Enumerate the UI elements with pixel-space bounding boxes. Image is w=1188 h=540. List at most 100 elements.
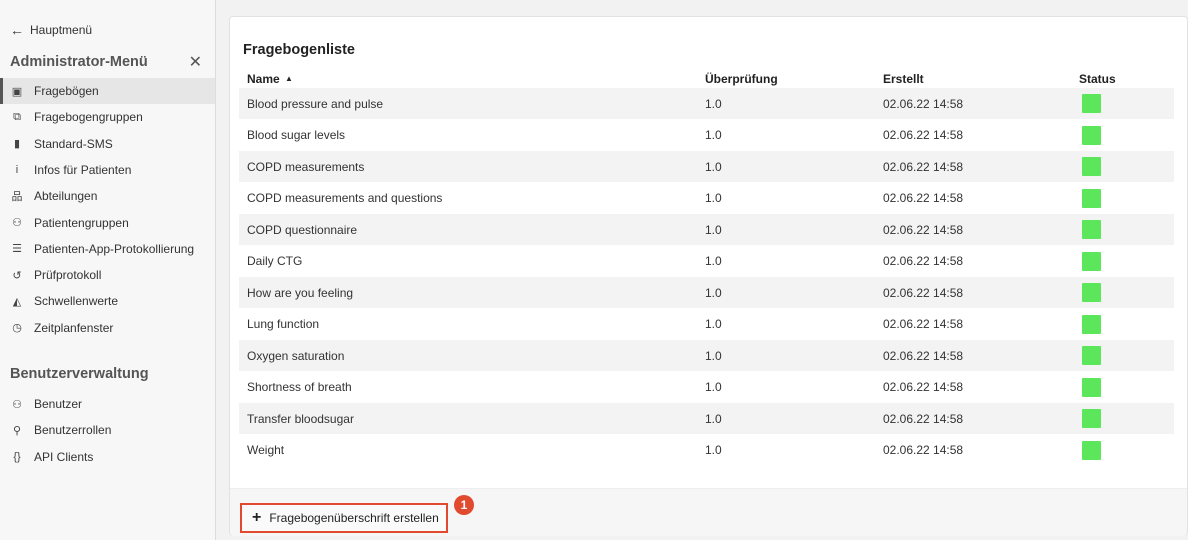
column-header-created[interactable]: Erstellt xyxy=(883,72,924,86)
cell-name: COPD measurements and questions xyxy=(247,183,442,214)
hierarchy-icon: 品 xyxy=(10,189,24,203)
table-row[interactable]: Lung function1.002.06.22 14:58 xyxy=(239,309,1174,340)
cell-name: Shortness of breath xyxy=(247,372,352,403)
sidebar-item[interactable]: ↺Prüfprotokoll xyxy=(0,262,215,288)
threshold-icon: ◭ xyxy=(10,294,24,308)
sidebar-item-label: Patientengruppen xyxy=(34,216,129,230)
admin-menu-title: Administrator-Menü xyxy=(10,54,148,70)
sidebar-item[interactable]: ▮ Standard-SMS xyxy=(0,131,215,157)
column-header-name[interactable]: Name ▲ xyxy=(247,72,293,86)
create-questionnaire-label: Fragebogenüberschrift erstellen xyxy=(269,511,438,525)
table-row[interactable]: COPD questionnaire 1.0 02.06.22 14:58 xyxy=(239,214,1174,245)
status-indicator xyxy=(1082,441,1101,460)
sidebar-item[interactable]: ⚲Benutzerrollen xyxy=(0,417,215,443)
cell-review: 1.0 xyxy=(705,120,722,151)
cell-created: 02.06.22 14:58 xyxy=(883,435,963,466)
user-management-title: Benutzerverwaltung xyxy=(10,366,149,382)
cell-name: Oxygen saturation xyxy=(247,340,344,371)
clock-icon: ◷ xyxy=(10,321,24,335)
back-to-main-menu-link[interactable]: ← Hauptmenü xyxy=(10,22,92,38)
cell-name: How are you feeling xyxy=(247,277,353,308)
arrow-left-icon: ← xyxy=(10,23,24,37)
cell-review: 1.0 xyxy=(705,88,722,119)
sidebar-item-label: Prüfprotokoll xyxy=(34,268,101,282)
table-row[interactable]: Blood pressure and pulse1.002.06.22 14:5… xyxy=(239,88,1174,119)
status-indicator xyxy=(1082,315,1101,334)
status-indicator xyxy=(1082,126,1101,145)
sidebar-item[interactable]: ⚇ Benutzer xyxy=(0,391,215,417)
sidebar-item-label: Schwellenwerte xyxy=(34,294,118,308)
log-lines-icon: ☰ xyxy=(10,242,24,256)
table-row[interactable]: Transfer bloodsugar 1.0 02.06.22 14:58 xyxy=(239,403,1174,434)
cell-created: 02.06.22 14:58 xyxy=(883,277,963,308)
cell-review: 1.0 xyxy=(705,372,722,403)
cell-name: Blood sugar levels xyxy=(247,120,345,151)
sidebar-item[interactable]: ☰ Patienten-App-Protokollierung xyxy=(0,236,215,262)
cell-review: 1.0 xyxy=(705,403,722,434)
status-indicator xyxy=(1082,283,1101,302)
sidebar-item-label: Benutzer xyxy=(34,397,82,411)
cell-created: 02.06.22 14:58 xyxy=(883,340,963,371)
sidebar-item[interactable]: ⚇ Patientengruppen xyxy=(0,210,215,236)
cell-review: 1.0 xyxy=(705,277,722,308)
table-row[interactable]: How are you feeling 1.0 02.06.22 14:58 xyxy=(239,277,1174,308)
column-header-status[interactable]: Status xyxy=(1079,72,1116,86)
cell-review: 1.0 xyxy=(705,151,722,182)
cell-review: 1.0 xyxy=(705,309,722,340)
sidebar-item[interactable]: ⧉Fragebogengruppen xyxy=(0,104,215,130)
document-icon: ▣ xyxy=(10,84,24,98)
cell-name: Weight xyxy=(247,435,284,466)
sidebar-item[interactable]: 品Abteilungen xyxy=(0,183,215,209)
cell-review: 1.0 xyxy=(705,435,722,466)
sort-ascending-icon: ▲ xyxy=(285,74,293,83)
questionnaire-list-card: Fragebogenliste Name ▲ Überprüfung Erste… xyxy=(229,16,1188,536)
sidebar-item[interactable]: ▣ Fragebögen xyxy=(0,78,215,104)
sidebar-item[interactable]: i Infos für Patienten xyxy=(0,157,215,183)
sidebar-item[interactable]: ◷Zeitplanfenster xyxy=(0,315,215,341)
sidebar-item-label: Standard-SMS xyxy=(34,137,113,151)
cell-created: 02.06.22 14:58 xyxy=(883,120,963,151)
table-row[interactable]: Oxygen saturation 1.0 02.06.22 14:58 xyxy=(239,340,1174,371)
sidebar-item-label: Fragebogengruppen xyxy=(34,110,143,124)
table-row[interactable]: Daily CTG1.002.06.22 14:58 xyxy=(239,246,1174,277)
patient-group-icon: ⚇ xyxy=(10,216,24,230)
info-icon: i xyxy=(10,163,24,177)
cell-created: 02.06.22 14:58 xyxy=(883,309,963,340)
column-header-review[interactable]: Überprüfung xyxy=(705,72,778,86)
sidebar-item-label: Patienten-App-Protokollierung xyxy=(34,242,194,256)
plus-icon: + xyxy=(252,510,261,526)
cell-name: Transfer bloodsugar xyxy=(247,403,354,434)
status-indicator xyxy=(1082,157,1101,176)
cell-name: COPD questionnaire xyxy=(247,214,357,245)
status-indicator xyxy=(1082,252,1101,271)
cell-review: 1.0 xyxy=(705,340,722,371)
cell-created: 02.06.22 14:58 xyxy=(883,183,963,214)
cell-created: 02.06.22 14:58 xyxy=(883,151,963,182)
back-link-label: Hauptmenü xyxy=(30,23,92,37)
status-indicator xyxy=(1082,94,1101,113)
cell-review: 1.0 xyxy=(705,214,722,245)
table-row[interactable]: Blood sugar levels 1.0 02.06.22 14:58 xyxy=(239,120,1174,151)
sidebar-item-label: Fragebögen xyxy=(34,84,99,98)
status-indicator xyxy=(1082,189,1101,208)
close-icon[interactable]: ✕ xyxy=(189,52,206,72)
table-row[interactable]: Weight 1.0 02.06.22 14:58 xyxy=(239,435,1174,466)
card-footer: + Fragebogenüberschrift erstellen 1 xyxy=(230,488,1187,536)
cell-created: 02.06.22 14:58 xyxy=(883,246,963,277)
cell-created: 02.06.22 14:58 xyxy=(883,403,963,434)
sidebar-item-label: API Clients xyxy=(34,450,93,464)
table-row[interactable]: COPD measurements1.002.06.22 14:58 xyxy=(239,151,1174,182)
status-indicator xyxy=(1082,409,1101,428)
cell-created: 02.06.22 14:58 xyxy=(883,214,963,245)
users-icon: ⚇ xyxy=(10,397,24,411)
table-row[interactable]: COPD measurements and questions 1.0 02.06.… xyxy=(239,183,1174,214)
sidebar-item[interactable]: {}API Clients xyxy=(0,444,215,470)
sidebar-item-label: Infos für Patienten xyxy=(34,163,131,177)
phone-icon: ▮ xyxy=(10,137,24,151)
cell-review: 1.0 xyxy=(705,183,722,214)
create-questionnaire-button[interactable]: + Fragebogenüberschrift erstellen 1 xyxy=(240,503,448,533)
sidebar-item-label: Benutzerrollen xyxy=(34,423,111,437)
sidebar-item[interactable]: ◭ Schwellenwerte xyxy=(0,288,215,314)
table-row[interactable]: Shortness of breath1.002.06.22 14:58 xyxy=(239,372,1174,403)
cell-name: Daily CTG xyxy=(247,246,302,277)
